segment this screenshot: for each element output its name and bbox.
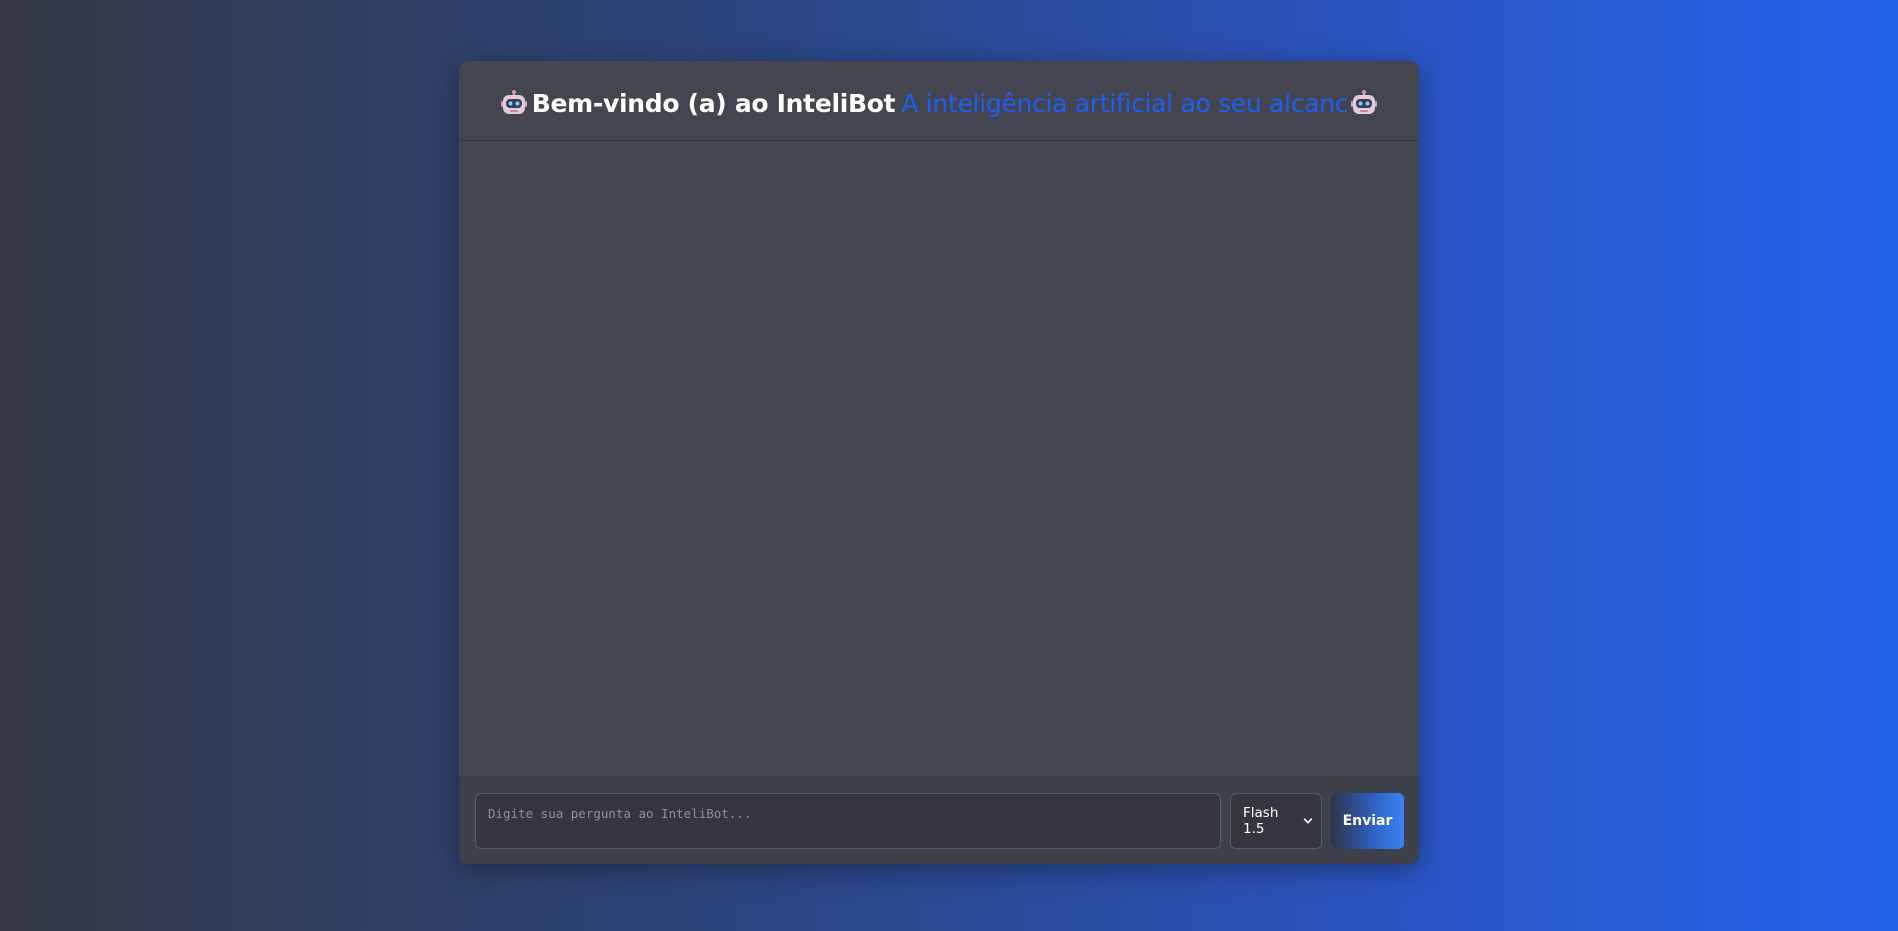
chevron-down-icon (1303, 817, 1313, 824)
chat-container: Bem-vindo (a) ao InteliBot A inteligênci… (459, 61, 1419, 864)
send-button[interactable]: Enviar (1331, 792, 1404, 849)
title-accent-text: A inteligência artificial ao seu alcanc (901, 89, 1349, 118)
chat-input-bar: Flash 1.5 Enviar (459, 776, 1419, 864)
model-select[interactable]: Flash 1.5 (1230, 792, 1322, 849)
title-main-text: Bem-vindo (a) ao InteliBot (531, 89, 896, 118)
model-select-value: Flash 1.5 (1243, 804, 1279, 837)
robot-icon (500, 89, 527, 118)
chat-header: Bem-vindo (a) ao InteliBot A inteligênci… (459, 61, 1419, 141)
question-input[interactable] (475, 792, 1221, 849)
page-title: Bem-vindo (a) ao InteliBot A inteligênci… (498, 89, 1381, 118)
chat-messages-area[interactable] (459, 141, 1419, 776)
robot-icon (1351, 89, 1378, 118)
